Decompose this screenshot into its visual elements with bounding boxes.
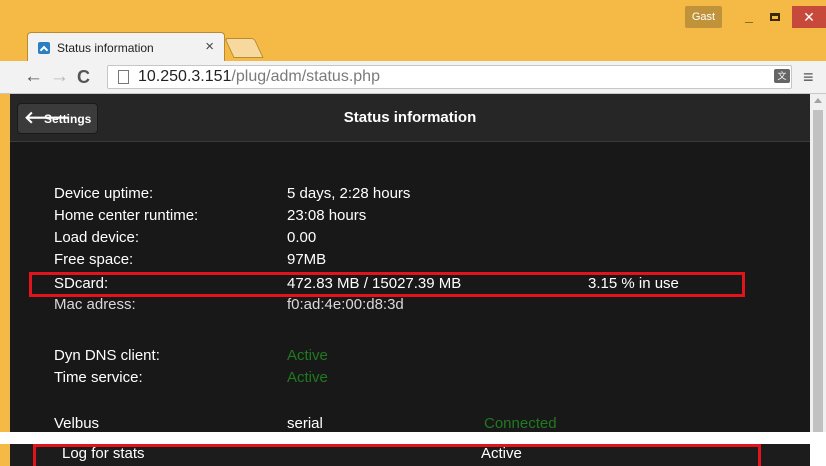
status-label: Home center runtime:	[54, 207, 199, 224]
url-host: 10.250.3.151	[138, 68, 232, 85]
browser-window: Status information × Gast _ ✕ ← → C 10.2…	[0, 0, 826, 432]
service-label: Dyn DNS client:	[54, 347, 160, 364]
sdcard-highlight-box	[29, 272, 745, 297]
address-bar[interactable]: 10.250.3.151/plug/adm/status.php	[107, 65, 792, 89]
page-title: Status information	[343, 109, 477, 126]
status-label: Mac adress:	[54, 296, 136, 313]
bus-status: Connected	[484, 415, 557, 432]
scrollbar[interactable]	[810, 94, 826, 432]
status-value: 23:08 hours	[287, 207, 367, 224]
service-row-time: Time service: Active	[10, 369, 810, 389]
status-row-uptime: Device uptime: 5 days, 2:28 hours	[10, 185, 810, 205]
status-row-load: Load device: 0.00	[10, 229, 810, 249]
status-value: f0:ad:4e:00:d8:3d	[287, 296, 404, 313]
status-value: 97MB	[287, 251, 327, 268]
bus-row-velbus: Velbus serial Connected	[10, 415, 810, 432]
bus-label: Velbus	[54, 415, 100, 432]
browser-tab[interactable]: Status information ×	[27, 32, 225, 61]
translate-icon[interactable]: 文	[774, 69, 790, 83]
service-status: Active	[287, 347, 328, 364]
status-value: 5 days, 2:28 hours	[287, 185, 411, 202]
tab-close-icon[interactable]: ×	[205, 38, 214, 55]
status-label: Device uptime:	[54, 185, 154, 202]
page-header: 🡐 Settings Status information	[10, 94, 810, 142]
status-row-runtime: Home center runtime: 23:08 hours	[10, 207, 810, 227]
user-profile-badge[interactable]: Gast	[685, 6, 722, 28]
log-highlight-box	[33, 444, 761, 466]
title-bar: Status information × Gast _ ✕	[0, 0, 826, 61]
window-close-icon[interactable]: ✕	[792, 6, 826, 28]
hamburger-menu-icon[interactable]: ≡	[803, 67, 814, 87]
url-path: /plug/adm/status.php	[231, 68, 380, 85]
status-row-mac: Mac adress: f0:ad:4e:00:d8:3d	[10, 296, 810, 316]
tab-title: Status information	[57, 41, 154, 55]
reload-icon[interactable]: C	[77, 67, 90, 87]
arrow-left-icon[interactable]: ←	[24, 67, 43, 87]
minimize-icon[interactable]: _	[738, 6, 760, 28]
status-row-free-space: Free space: 97MB	[10, 251, 810, 271]
service-row-dyndns: Dyn DNS client: Active	[10, 347, 810, 367]
status-value: 0.00	[287, 229, 317, 246]
maximize-icon[interactable]	[764, 6, 786, 28]
home-favicon-icon	[38, 42, 50, 54]
service-status: Active	[287, 369, 328, 386]
arrow-right-icon[interactable]: →	[50, 67, 69, 87]
scroll-up-icon[interactable]	[814, 98, 822, 103]
status-label: Load device:	[54, 229, 140, 246]
bus-value: serial	[287, 415, 323, 432]
status-label: Free space:	[54, 251, 134, 268]
scroll-thumb[interactable]	[813, 110, 823, 432]
service-label: Time service:	[54, 369, 143, 386]
second-crop-frame	[0, 444, 10, 466]
new-tab-button[interactable]	[224, 38, 264, 58]
browser-toolbar: ← → C 10.250.3.151/plug/adm/status.php 文…	[0, 61, 826, 94]
page-icon	[118, 70, 129, 84]
url-text[interactable]: 10.250.3.151/plug/adm/status.php	[138, 68, 380, 86]
